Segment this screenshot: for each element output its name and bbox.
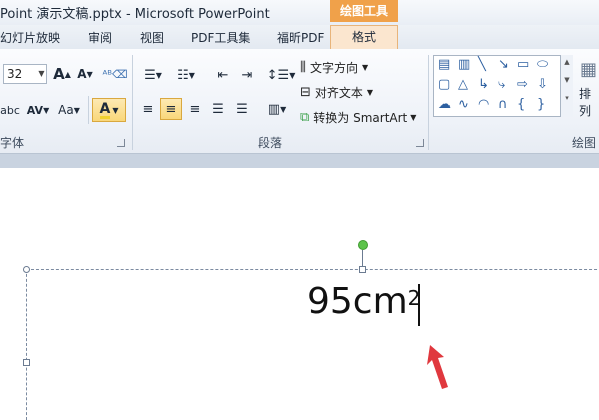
ribbon-separator [428,55,429,150]
font-size-dropdown[interactable]: ▼ [36,64,47,84]
font-dialog-launcher[interactable] [117,139,125,147]
ribbon-separator [132,55,133,150]
vertical-textbox-shape-icon[interactable]: ▥ [458,58,470,71]
align-right-button[interactable]: ≡ [184,98,206,120]
text-direction-button[interactable]: ⫼ 文字方向 ▼ [300,58,428,76]
align-left-button[interactable]: ≡ [137,98,159,120]
freeform-shape-icon[interactable]: ☁ [438,98,451,111]
arrow-line-shape-icon[interactable]: ↘ [498,58,509,71]
elbow-arrow-shape-icon[interactable]: ⤷ [498,78,505,91]
text-cursor [418,284,420,326]
shrink-font-icon: A [77,67,87,81]
align-right-icon: ≡ [189,101,201,117]
annotation-arrow-icon [427,345,448,389]
clear-format-icon: ᴬᴮ⌫ [102,67,128,81]
smartart-icon: ⧉ [300,109,310,125]
scribble-shape-icon[interactable]: ∿ [458,98,469,111]
font-divider [88,96,89,124]
left-brace-shape-icon[interactable]: { [517,98,525,111]
tab-foxit-pdf[interactable]: 福昕PDF [277,29,324,46]
drawing-tools-context-tab: 绘图工具 [330,0,398,22]
decrease-indent-icon: ⇤ [217,67,229,83]
character-spacing-button[interactable]: AV ▼ [24,99,52,121]
tab-view[interactable]: 视图 [140,29,164,46]
justify-icon: ☰ [212,101,224,117]
change-case-icon: Aa [58,103,74,117]
distributed-icon: ☰ [236,101,248,117]
arrange-button[interactable]: ▦ 排列 [578,55,599,125]
align-center-button[interactable]: ≡ [160,98,182,120]
arrange-icon: ▦ [579,59,597,80]
tab-slideshow[interactable]: 幻灯片放映 [0,29,60,46]
rotate-handle[interactable] [358,240,368,250]
right-arrow-shape-icon[interactable]: ⇨ [517,78,528,91]
gallery-up-icon[interactable]: ▲ [561,58,573,66]
align-text-label: 对齐文本 [314,85,363,100]
paragraph-dialog-launcher[interactable] [416,139,424,147]
abc-icon: abc [0,103,20,117]
slide-text-content[interactable]: 95cm2 [307,280,420,324]
ribbon-slide-divider [0,154,599,168]
grow-font-button[interactable]: A ▲ [52,63,72,85]
oval-shape-icon[interactable]: ⬭ [537,58,548,71]
text-direction-icon: ⫼ [300,59,306,75]
grow-font-icon: A [53,65,65,83]
line-spacing-icon: ↕☰ [266,67,290,83]
tab-pdf-tools[interactable]: PDF工具集 [191,29,250,46]
gallery-down-icon[interactable]: ▼ [561,76,573,84]
line-shape-icon[interactable]: ╲ [478,58,486,71]
rectangle-shape-icon[interactable]: ▭ [517,58,529,71]
align-text-button[interactable]: ⊟ 对齐文本 ▼ [300,83,428,101]
decrease-indent-button[interactable]: ⇤ [212,64,234,86]
text-direction-label: 文字方向 [309,60,358,75]
justify-button[interactable]: ☰ [207,98,229,120]
bullet-list-icon: ☰ [144,67,156,83]
drawing-group-label: 绘图 [572,136,597,150]
columns-icon: ▥ [267,101,281,117]
align-center-icon: ≡ [165,101,177,117]
convert-smartart-button[interactable]: ⧉ 转换为 SmartArt ▼ [300,108,430,126]
align-text-icon: ⊟ [300,84,311,100]
triangle-shape-icon[interactable]: △ [458,78,468,91]
tab-format[interactable]: 格式 [330,25,398,49]
smartart-label: 转换为 SmartArt [313,110,408,125]
gallery-more-icon[interactable]: ▾ [561,94,573,102]
strikethrough-abc-button[interactable]: abc [0,99,20,121]
resize-handle-top-left[interactable] [23,266,30,273]
resize-handle-top-center[interactable] [359,266,366,273]
arc-shape-icon[interactable]: ◠ [478,98,489,111]
curve-shape-icon[interactable]: ∩ [498,98,508,111]
numbering-button[interactable]: ☷ ▼ [171,64,201,86]
line-spacing-button[interactable]: ↕☰ ▼ [266,64,296,86]
bullets-button[interactable]: ☰ ▼ [138,64,168,86]
font-color-icon: A [99,100,111,119]
shrink-font-button[interactable]: A ▼ [75,63,95,85]
arrange-label: 排列 [579,87,592,118]
increase-indent-button[interactable]: ⇥ [236,64,258,86]
paragraph-group-label: 段落 [258,136,283,150]
numbered-list-icon: ☷ [177,67,189,83]
char-spacing-icon: AV [26,103,44,117]
resize-handle-middle-left[interactable] [23,359,30,366]
window-title: Point 演示文稿.pptx - Microsoft PowerPoint [0,7,270,22]
right-brace-shape-icon[interactable]: } [537,98,545,111]
increase-indent-icon: ⇥ [241,67,253,83]
gallery-scrollbar[interactable]: ▲ ▼ ▾ [560,55,573,117]
rounded-rect-shape-icon[interactable]: ▢ [438,78,450,91]
change-case-button[interactable]: Aa ▼ [55,99,83,121]
align-left-icon: ≡ [142,101,154,117]
tab-review[interactable]: 审阅 [88,29,112,46]
clear-formatting-button[interactable]: ᴬᴮ⌫ [102,63,128,85]
down-arrow-shape-icon[interactable]: ⇩ [537,78,548,91]
columns-button[interactable]: ▥ ▼ [262,98,292,120]
distributed-button[interactable]: ☰ [231,98,253,120]
slide-text-main: 95cm [307,281,408,322]
elbow-connector-shape-icon[interactable]: ↳ [478,78,489,91]
font-color-button[interactable]: A ▼ [92,98,126,122]
font-group-label: 字体 [0,136,25,150]
textbox-shape-icon[interactable]: ▤ [438,58,450,71]
